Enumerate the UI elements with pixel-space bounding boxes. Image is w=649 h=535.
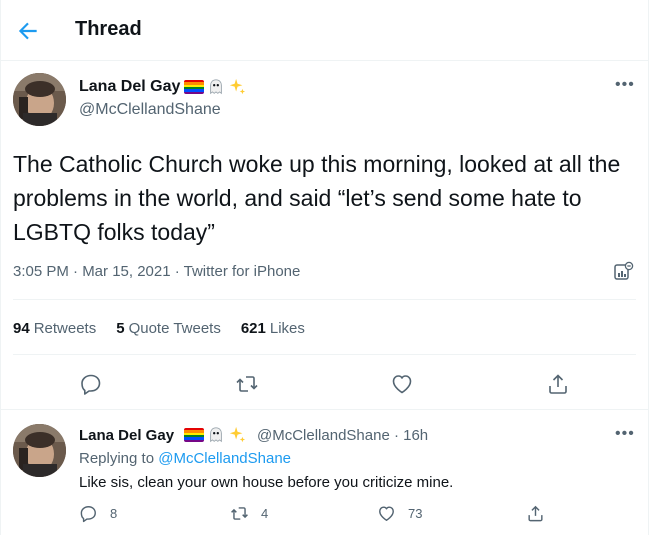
replying-to: Replying to @McClellandShane: [79, 450, 292, 467]
share-icon[interactable]: [546, 372, 570, 396]
tweet-timestamp[interactable]: 3:05 PM · Mar 15, 2021 · Twitter for iPh…: [13, 263, 300, 280]
tweet-actions: [1, 370, 648, 398]
reply-actions: 8 4 73: [1, 504, 648, 528]
retweet-count: 4: [261, 506, 269, 521]
divider: [13, 299, 636, 300]
author-handle[interactable]: @McClellandShane: [79, 101, 221, 119]
reply-icon[interactable]: [79, 372, 103, 396]
reply-reply-button[interactable]: 8: [79, 504, 117, 523]
retweet-icon: [231, 507, 248, 520]
divider: [1, 409, 648, 410]
sparkles-icon: [229, 426, 246, 443]
back-button[interactable]: [15, 18, 41, 44]
rainbow-flag-icon: [184, 428, 204, 442]
author-name[interactable]: Lana Del Gay: [79, 78, 180, 96]
avatar[interactable]: [13, 73, 66, 126]
like-icon[interactable]: [390, 372, 414, 396]
reply-author-handle[interactable]: @McClellandShane · 16h: [257, 427, 428, 444]
arrow-left-icon: [18, 22, 37, 40]
tweet-text: The Catholic Church woke up this morning…: [13, 151, 621, 245]
rainbow-flag-icon: [184, 80, 204, 94]
more-options-icon[interactable]: •••: [615, 425, 635, 443]
reply-text: Like sis, clean your own house before yo…: [79, 474, 454, 491]
engagement-stats: 94 Retweets 5 Quote Tweets 621 Likes: [13, 320, 305, 337]
sparkles-icon: [229, 78, 246, 95]
reply-retweet-button[interactable]: 4: [230, 504, 268, 523]
ghost-icon: [210, 79, 222, 95]
reply-count: 8: [110, 506, 118, 521]
likes-stat[interactable]: 621 Likes: [241, 320, 305, 337]
share-icon: [528, 505, 543, 522]
reply-icon: [80, 506, 96, 523]
like-icon: [379, 506, 394, 521]
ghost-icon: [210, 427, 222, 443]
like-count: 73: [408, 506, 423, 521]
avatar[interactable]: [13, 424, 66, 477]
retweets-stat[interactable]: 94 Retweets: [13, 320, 96, 337]
analytics-icon[interactable]: [613, 261, 635, 281]
retweet-icon[interactable]: [235, 372, 259, 396]
more-options-icon[interactable]: •••: [615, 76, 635, 94]
thread-header: Thread: [1, 0, 648, 61]
author-badges: [184, 426, 246, 444]
quote-tweets-stat[interactable]: 5 Quote Tweets: [116, 320, 221, 337]
reply-share-button[interactable]: [526, 504, 545, 523]
divider: [13, 354, 636, 355]
page-title: Thread: [75, 18, 142, 40]
thread-page: Thread Lana Del Gay @McClellandShane •••…: [0, 0, 649, 535]
avatar-photo: [13, 424, 66, 477]
reply-author-name[interactable]: Lana Del Gay: [79, 427, 174, 444]
author-badges: [184, 78, 246, 96]
reply-like-button[interactable]: 73: [377, 504, 422, 523]
avatar-photo: [13, 73, 66, 126]
replying-to-link[interactable]: @McClellandShane: [158, 450, 291, 467]
